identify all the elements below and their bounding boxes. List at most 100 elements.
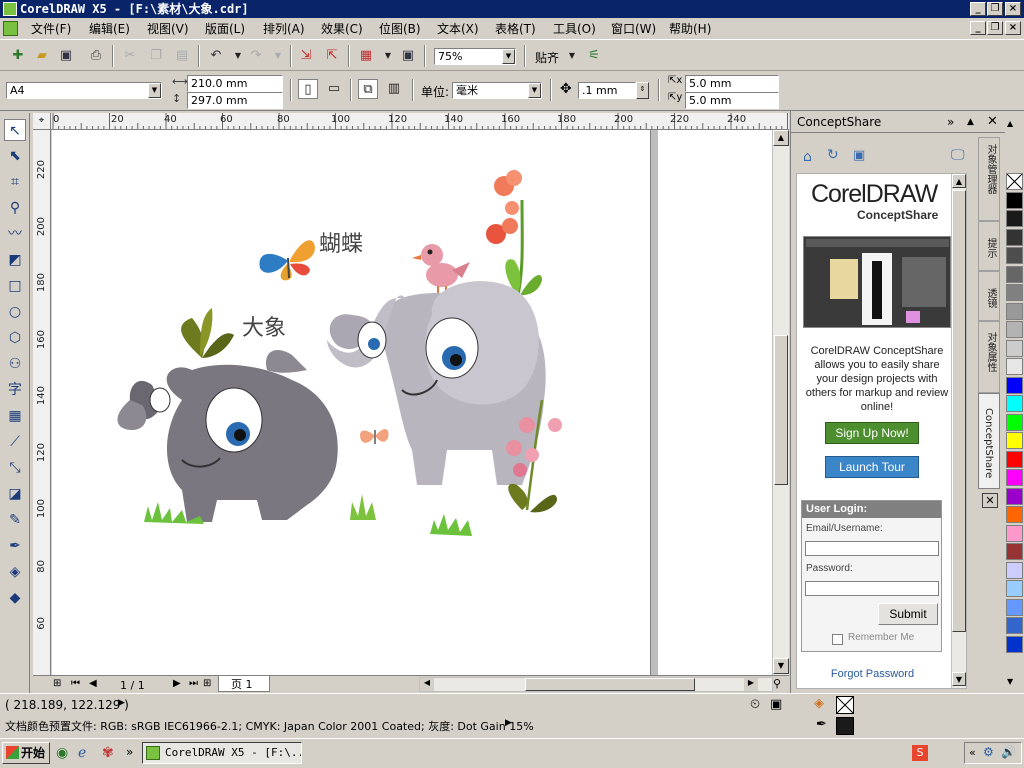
snap-to-label[interactable]: 贴齐 [535, 49, 559, 66]
tray-expand-icon[interactable]: « [969, 746, 976, 759]
canvas-vertical-scrollbar[interactable]: ▲ ▼ [772, 130, 789, 675]
paper-size-select[interactable]: A4 [6, 82, 162, 99]
color-status-icon[interactable]: ▣ [770, 697, 782, 712]
landscape-icon[interactable]: ▭ [324, 79, 344, 99]
add-page-after-icon[interactable]: ⊞ [203, 678, 211, 689]
units-dropdown-icon[interactable]: ▼ [528, 83, 541, 98]
docker-scrollbar[interactable]: ▲ ▼ [951, 174, 966, 688]
text-tool-icon[interactable]: 字 [4, 379, 26, 401]
export-icon[interactable]: ⇱ [322, 46, 342, 66]
navigator-zoom-icon[interactable]: ⚲ [773, 677, 781, 690]
dimension-tool-icon[interactable]: ⟋ [4, 431, 26, 453]
elephant-label[interactable]: 大象 [242, 310, 286, 342]
maximize-button[interactable]: ❐ [987, 2, 1003, 16]
palette-swatch[interactable] [1006, 617, 1023, 634]
palette-swatch[interactable] [1006, 339, 1023, 357]
close-tabs-icon[interactable]: ✕ [982, 493, 998, 508]
palette-up-icon[interactable]: ▲ [1007, 119, 1013, 128]
palette-swatch[interactable] [1006, 191, 1023, 209]
connector-tool-icon[interactable]: ⤡ [4, 457, 26, 479]
no-color-swatch[interactable] [1006, 173, 1023, 190]
page-width-field[interactable]: 210.0 mm [187, 75, 283, 92]
cut-icon[interactable]: ✂ [120, 46, 140, 66]
palette-swatch[interactable] [1006, 247, 1023, 264]
taskbar-coreldraw-item[interactable]: CorelDRAW X5 - [F:\... [142, 742, 302, 764]
table-tool-icon[interactable]: ▦ [4, 405, 26, 427]
palette-swatch[interactable] [1006, 524, 1023, 542]
tab-object-properties[interactable]: 对象属性 [978, 321, 1000, 393]
palette-swatch[interactable] [1006, 284, 1023, 301]
outline-swatch[interactable] [836, 717, 854, 735]
submit-button[interactable]: Submit [878, 603, 938, 625]
pick-tool-icon[interactable]: ↖ [4, 119, 26, 141]
home-icon[interactable]: ⌂ [803, 149, 812, 165]
tab-object-manager[interactable]: 对象管理器 [978, 137, 1000, 221]
palette-swatch[interactable] [1006, 395, 1023, 412]
document-icon[interactable] [3, 21, 18, 36]
interactive-fill-icon[interactable]: ◆ [4, 587, 26, 609]
network-icon[interactable]: ⚙ [983, 745, 994, 759]
profiles-expand-icon[interactable]: ▶ [505, 718, 512, 728]
ruler-origin-icon[interactable]: ⌖ [33, 113, 51, 130]
add-page-before-icon[interactable]: ⊞ [53, 678, 61, 689]
docker-scroll-down-icon[interactable]: ▼ [952, 672, 966, 686]
menu-table[interactable]: 表格(T) [495, 21, 536, 37]
ime-icon[interactable]: S [912, 745, 928, 761]
palette-swatch[interactable] [1006, 210, 1023, 227]
palette-swatch[interactable] [1006, 561, 1023, 579]
palette-down-icon[interactable]: ▼ [1007, 677, 1013, 686]
page-tab[interactable]: 页 1 [218, 676, 270, 692]
chrome-icon[interactable]: ◉ [56, 745, 68, 761]
remember-checkbox[interactable] [832, 634, 843, 645]
outline-pen-icon[interactable]: ✒ [4, 535, 26, 557]
menu-view[interactable]: 视图(V) [147, 21, 189, 37]
refresh-icon[interactable]: ↻ [827, 147, 839, 163]
palette-swatch[interactable] [1006, 432, 1023, 449]
doc-close-button[interactable]: × [1005, 21, 1021, 35]
new-icon[interactable]: ✚ [8, 46, 28, 66]
sign-up-button[interactable]: Sign Up Now! [825, 422, 919, 444]
app-icon[interactable] [3, 2, 17, 16]
menu-window[interactable]: 窗口(W) [611, 21, 656, 37]
minimize-button[interactable]: _ [970, 2, 986, 16]
duplicate-x-field[interactable]: 5.0 mm [685, 75, 779, 92]
next-page-icon[interactable]: ▶ [173, 678, 181, 689]
snap-status-icon[interactable]: ⏲ [750, 697, 760, 712]
current-page-icon[interactable]: ▥ [384, 79, 404, 99]
doc-restore-button[interactable]: ❐ [987, 21, 1003, 35]
docker-collapse-icon[interactable]: ▲ [967, 111, 974, 133]
first-page-icon[interactable]: ⏮ [71, 678, 80, 689]
tab-lens[interactable]: 透镜 [978, 271, 1000, 321]
print-icon[interactable]: ⎙ [86, 46, 106, 66]
save-icon[interactable]: ▣ [56, 46, 76, 66]
nudge-spinner-icon[interactable]: ⇕ [636, 82, 649, 99]
redo-icon[interactable]: ↷ [246, 46, 266, 66]
palette-swatch[interactable] [1006, 376, 1023, 394]
ellipse-tool-icon[interactable]: ○ [4, 301, 26, 323]
scroll-up-icon[interactable]: ▲ [773, 130, 789, 146]
palette-swatch[interactable] [1006, 265, 1023, 283]
connect-icon[interactable]: 🖵 [951, 147, 965, 163]
basic-shapes-icon[interactable]: ⚇ [4, 353, 26, 375]
app-launcher-icon[interactable]: ▦ [356, 46, 376, 66]
zoom-dropdown-icon[interactable]: ▼ [502, 49, 515, 64]
palette-swatch[interactable] [1006, 413, 1023, 431]
menu-arrange[interactable]: 排列(A) [263, 21, 305, 37]
crop-tool-icon[interactable]: ⌗ [4, 171, 26, 193]
menu-tools[interactable]: 工具(O) [553, 21, 596, 37]
palette-swatch[interactable] [1006, 598, 1023, 616]
prev-page-icon[interactable]: ◀ [89, 678, 97, 689]
menu-layout[interactable]: 版面(L) [205, 21, 245, 37]
canvas-horizontal-scrollbar[interactable]: ◀ ▶ [419, 677, 773, 692]
shape-tool-icon[interactable]: ⬉ [4, 145, 26, 167]
quicklaunch-expand-icon[interactable]: » [126, 745, 133, 759]
palette-swatch[interactable] [1006, 321, 1023, 338]
email-field[interactable] [805, 541, 939, 556]
volume-icon[interactable]: 🔊 [1001, 745, 1016, 759]
docker-scroll-thumb[interactable] [952, 190, 966, 632]
nudge-distance-field[interactable]: .1 mm [578, 82, 636, 99]
app-quicklaunch-icon[interactable]: ✾ [102, 745, 114, 761]
menu-file[interactable]: 文件(F) [31, 21, 71, 37]
launch-tour-button[interactable]: Launch Tour [825, 456, 919, 478]
blend-tool-icon[interactable]: ◪ [4, 483, 26, 505]
